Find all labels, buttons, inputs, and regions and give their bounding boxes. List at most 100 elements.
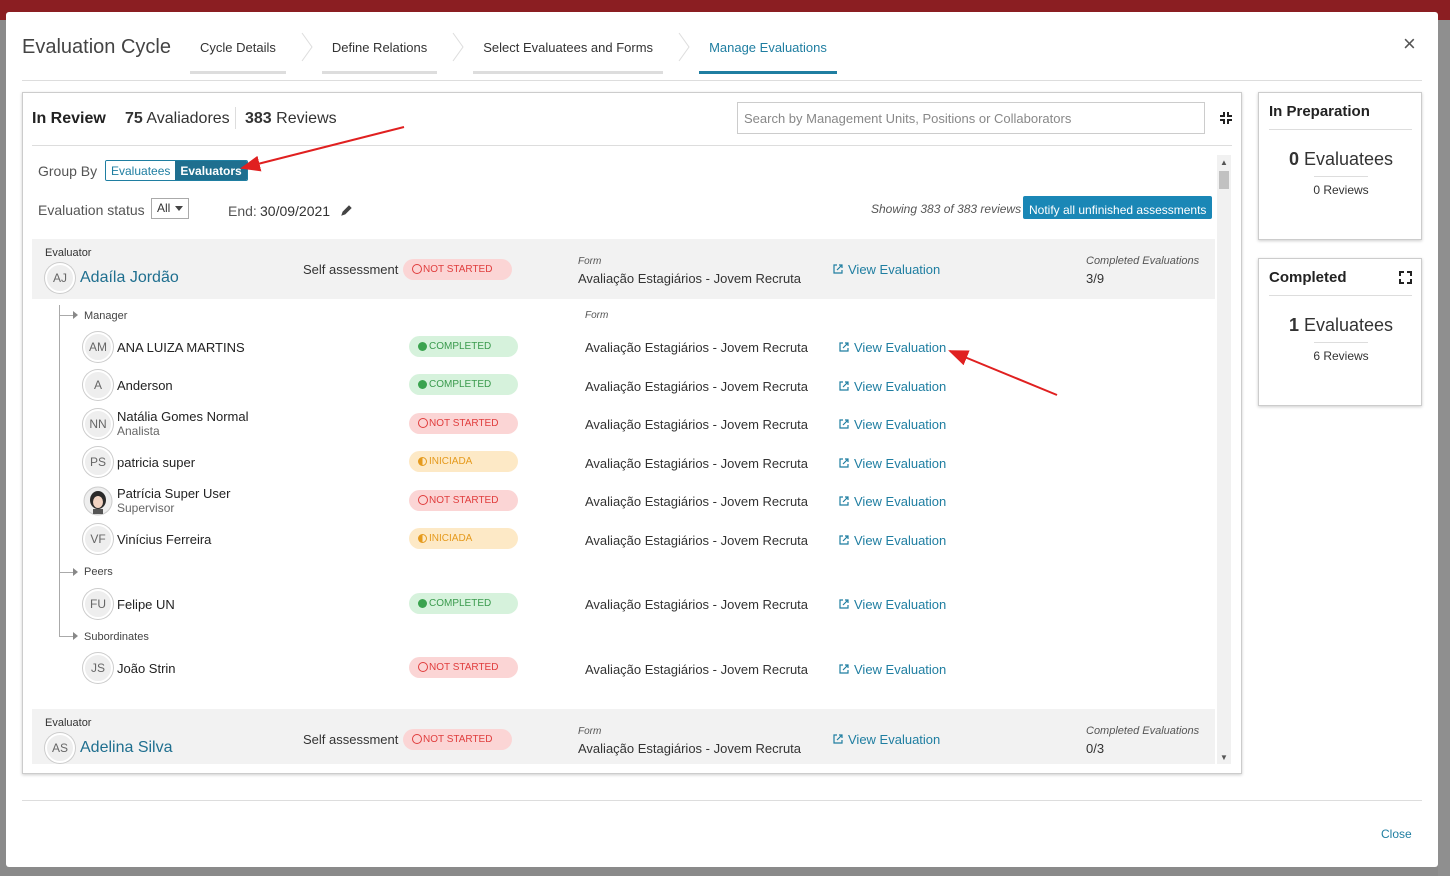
close-icon[interactable]: × xyxy=(1403,33,1416,55)
status-select-value: All xyxy=(157,201,171,215)
status-text: INICIADA xyxy=(429,533,473,544)
evaluator-row: Evaluator AS Adelina Silva Self assessme… xyxy=(32,709,1215,764)
status-text: INICIADA xyxy=(429,456,473,467)
divider xyxy=(22,80,1422,81)
step-manage-evaluations[interactable]: Manage Evaluations xyxy=(699,38,837,74)
external-link-icon xyxy=(839,419,849,429)
form-name: Avaliação Estagiários - Jovem Recruta xyxy=(585,340,809,355)
evaluatee-name: Vinícius Ferreira xyxy=(117,532,212,547)
view-evaluation-label: View Evaluation xyxy=(854,533,947,548)
not-started-icon xyxy=(412,734,422,744)
collapse-icon[interactable] xyxy=(1219,111,1233,125)
view-evaluation-label: View Evaluation xyxy=(848,262,941,277)
view-evaluation-label: View Evaluation xyxy=(854,494,947,509)
tree-connector xyxy=(59,636,73,637)
avatar: FU xyxy=(83,589,113,619)
in-preparation-card: In Preparation 0 Evaluatees 0 Reviews xyxy=(1258,92,1422,240)
evaluatee-name: ANA LUIZA MARTINS xyxy=(117,340,245,355)
avatar: AS xyxy=(45,733,75,763)
step-cycle-details[interactable]: Cycle Details xyxy=(190,32,313,74)
count-label: Evaluatees xyxy=(1303,315,1394,335)
completed-evaluations-label: Completed Evaluations xyxy=(1086,255,1200,267)
tree-connector xyxy=(59,305,60,637)
chevron-right-icon xyxy=(452,32,464,62)
form-label: Form xyxy=(585,310,609,321)
avatar: NN xyxy=(83,409,113,439)
view-evaluation-label: View Evaluation xyxy=(854,417,947,432)
step-select-evaluatees[interactable]: Select Evaluatees and Forms xyxy=(473,32,690,74)
view-evaluation-link[interactable]: View Evaluation xyxy=(839,417,947,432)
form-name: Avaliação Estagiários - Jovem Recruta xyxy=(585,597,809,612)
tree-connector xyxy=(59,315,73,316)
status-badge: NOT STARTED xyxy=(409,657,518,678)
close-button[interactable]: Close xyxy=(1381,827,1412,841)
external-link-icon xyxy=(839,664,849,674)
group-by-label: Group By xyxy=(38,163,98,179)
divider xyxy=(32,145,1232,146)
view-evaluation-link[interactable]: View Evaluation xyxy=(839,494,947,509)
reviews-count: 6 Reviews xyxy=(1313,349,1369,363)
view-evaluation-link[interactable]: View Evaluation xyxy=(839,456,946,471)
evaluators-label: Avaliadores xyxy=(146,110,230,127)
scroll-up-icon[interactable]: ▲ xyxy=(1220,158,1228,167)
evaluator-label: Evaluator xyxy=(45,717,92,729)
status-badge: COMPLETED xyxy=(409,336,518,357)
divider xyxy=(22,800,1422,801)
form-label: Form xyxy=(578,256,602,267)
external-link-icon xyxy=(833,264,843,274)
form-name: Avaliação Estagiários - Jovem Recruta xyxy=(585,379,809,394)
group-by-evaluatees[interactable]: Evaluatees xyxy=(106,161,176,180)
step-define-relations[interactable]: Define Relations xyxy=(321,32,464,74)
search-input[interactable] xyxy=(737,102,1205,134)
pencil-icon[interactable] xyxy=(341,204,353,216)
view-evaluation-link[interactable]: View Evaluation xyxy=(839,379,947,394)
form-name: Avaliação Estagiários - Jovem Recruta xyxy=(585,533,809,548)
evaluator-row: Evaluator AJ Adaíla Jordão Self assessme… xyxy=(32,239,1215,299)
evaluator-name[interactable]: Adaíla Jordão xyxy=(80,269,179,287)
notify-unfinished-button[interactable]: Notify all unfinished assessments xyxy=(1023,196,1213,219)
external-link-icon xyxy=(833,734,843,744)
view-evaluation-link[interactable]: View Evaluation xyxy=(839,533,947,548)
count-number: 0 xyxy=(1288,149,1299,169)
view-evaluation-link[interactable]: View Evaluation xyxy=(833,732,940,747)
group-by-evaluators[interactable]: Evaluators xyxy=(175,161,247,180)
status-text: NOT STARTED xyxy=(423,734,493,745)
evaluator-label: Evaluator xyxy=(45,247,92,259)
scroll-thumb[interactable] xyxy=(1219,171,1229,189)
external-link-icon xyxy=(839,599,849,609)
caret-right-icon xyxy=(73,632,78,640)
in-progress-icon xyxy=(418,457,427,466)
view-evaluation-link[interactable]: View Evaluation xyxy=(833,262,941,277)
divider xyxy=(1269,129,1412,130)
scroll-down-icon[interactable]: ▼ xyxy=(1220,753,1228,762)
view-evaluation-link[interactable]: View Evaluation xyxy=(839,340,946,355)
status-select[interactable]: All xyxy=(151,198,189,219)
completed-evaluations-value: 3/9 xyxy=(1086,271,1105,286)
expand-icon[interactable] xyxy=(1399,271,1412,284)
avatar xyxy=(83,486,113,516)
status-text: NOT STARTED xyxy=(429,418,499,429)
avatar: AM xyxy=(83,332,113,362)
evaluator-name[interactable]: Adelina Silva xyxy=(80,739,173,757)
wizard-steps: Cycle Details Define Relations Select Ev… xyxy=(190,32,873,74)
status-text: COMPLETED xyxy=(429,341,492,352)
evaluators-number: 75 xyxy=(125,110,143,127)
end-label: End: xyxy=(228,203,257,219)
section-peers: Peers xyxy=(84,566,113,578)
step-label: Select Evaluatees and Forms xyxy=(483,40,654,55)
evaluators-count: 75 Avaliadores xyxy=(125,110,230,128)
external-link-icon xyxy=(839,458,849,468)
scrollbar[interactable]: ▲ ▼ xyxy=(1217,155,1231,764)
reviews-label: Reviews xyxy=(276,110,337,127)
section-subordinates: Subordinates xyxy=(84,631,149,643)
view-evaluation-link[interactable]: View Evaluation xyxy=(839,597,946,612)
status-text: COMPLETED xyxy=(429,379,492,390)
view-evaluation-link[interactable]: View Evaluation xyxy=(839,662,946,677)
self-assessment-label: Self assessment xyxy=(303,732,399,747)
status-text: NOT STARTED xyxy=(429,662,499,673)
backdrop xyxy=(1438,20,1450,876)
status-badge: COMPLETED xyxy=(409,374,518,395)
caret-down-icon xyxy=(175,206,183,211)
view-evaluation-label: View Evaluation xyxy=(854,379,947,394)
step-label: Define Relations xyxy=(331,40,428,55)
